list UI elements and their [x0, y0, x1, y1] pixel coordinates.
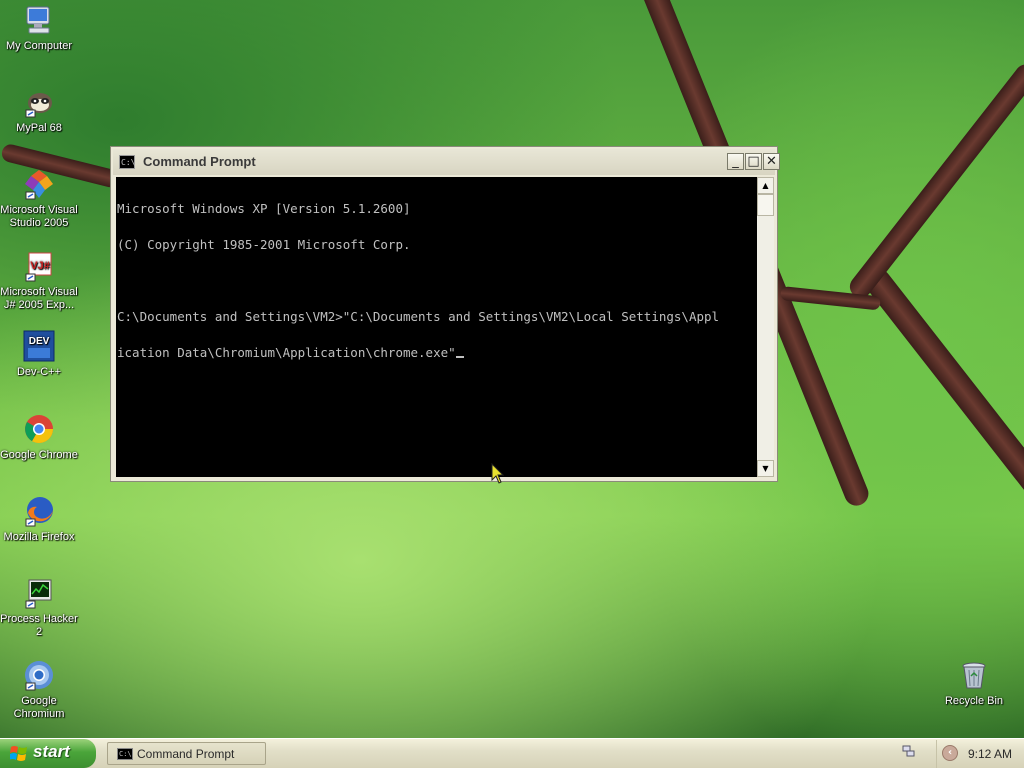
wallpaper-branch — [860, 263, 1024, 675]
desktop-icon-label: Mozilla Firefox — [3, 531, 75, 543]
desktop-icon-label: Dev-C++ — [16, 366, 62, 378]
wallpaper-branch — [845, 60, 1024, 303]
process-hacker-icon — [25, 579, 52, 609]
console-line: Microsoft Windows XP [Version 5.1.2600] — [117, 201, 411, 216]
visual-studio-icon — [25, 170, 53, 200]
my-computer-icon — [26, 6, 50, 34]
console-line: C:\Documents and Settings\VM2>"C:\Docume… — [117, 309, 720, 324]
visual-jsharp-icon: VJ# — [25, 252, 52, 282]
desktop-icon-chrome[interactable]: Google Chrome — [0, 413, 79, 462]
minimize-icon: _ — [732, 154, 739, 169]
start-label: start — [33, 742, 70, 761]
taskbar-item-command-prompt[interactable]: C:\ Command Prompt — [107, 742, 266, 765]
dev-cpp-icon: DEV — [23, 330, 55, 362]
desktop-icon-label: Google Chromium — [13, 695, 65, 720]
chromium-icon — [25, 661, 53, 691]
console-output[interactable]: Microsoft Windows XP [Version 5.1.2600] … — [116, 177, 757, 477]
desktop-icon-process-hacker[interactable]: Process Hacker 2 — [0, 577, 79, 639]
desktop-icon-label: MyPal 68 — [16, 122, 62, 134]
desktop-icon-label: My Computer — [5, 40, 73, 52]
command-prompt-icon: C:\ — [117, 748, 133, 760]
scroll-down-button[interactable]: ▼ — [757, 460, 774, 477]
window-title: Command Prompt — [143, 154, 256, 169]
vertical-scrollbar[interactable]: ▲ ▼ — [757, 177, 774, 477]
scroll-up-button[interactable]: ▲ — [757, 177, 774, 194]
desktop-icon-dev-cpp[interactable]: DEV Dev-C++ — [0, 330, 79, 379]
tray-expand-button[interactable]: ‹ — [942, 745, 958, 761]
mouse-pointer-icon — [491, 463, 505, 484]
desktop-icon-label: Microsoft Visual J# 2005 Exp... — [0, 286, 78, 311]
desktop-icon-mypal[interactable]: MyPal 68 — [0, 86, 79, 135]
desktop-icon-chromium[interactable]: Google Chromium — [0, 659, 79, 721]
recycle-bin-icon — [962, 662, 986, 689]
close-button[interactable]: ✕ — [763, 153, 780, 170]
chrome-icon — [25, 415, 53, 443]
scroll-up-icon: ▲ — [762, 181, 769, 190]
network-monitor-icon[interactable] — [902, 745, 916, 759]
minimize-button[interactable]: _ — [727, 153, 744, 170]
start-button[interactable]: start — [0, 739, 96, 768]
scroll-thumb[interactable] — [757, 194, 774, 216]
taskbar: start C:\ Command Prompt ‹ 9:12 AM — [0, 738, 1024, 768]
scroll-down-icon: ▼ — [762, 464, 769, 473]
desktop-icon-my-computer[interactable]: My Computer — [0, 4, 79, 53]
text-cursor — [455, 356, 464, 358]
console-line: (C) Copyright 1985-2001 Microsoft Corp. — [117, 237, 411, 252]
command-prompt-window[interactable]: C:\ Command Prompt _ □ ✕ Microsoft Windo… — [110, 146, 780, 482]
console-line-current: ication Data\Chromium\Application\chrome… — [117, 345, 757, 360]
desktop-icon-label: Microsoft Visual Studio 2005 — [0, 204, 78, 229]
firefox-icon — [25, 497, 53, 527]
taskbar-item-label: Command Prompt — [137, 747, 235, 761]
command-prompt-icon: C:\ — [119, 155, 135, 169]
maximize-button[interactable]: □ — [745, 153, 762, 170]
console-line: ication Data\Chromium\Application\chrome… — [117, 345, 456, 360]
desktop-icon-label: Process Hacker 2 — [0, 613, 78, 638]
desktop-icon-firefox[interactable]: Mozilla Firefox — [0, 495, 79, 544]
system-tray: ‹ 9:12 AM — [936, 740, 1024, 768]
maximize-icon: □ — [747, 154, 760, 169]
desktop-icon-label: Google Chrome — [0, 449, 78, 461]
mypal-icon — [25, 93, 52, 118]
desktop-icon-recycle-bin[interactable]: Recycle Bin — [934, 659, 1014, 708]
desktop-icon-visual-studio[interactable]: Microsoft Visual Studio 2005 — [0, 168, 79, 230]
desktop-icon-label: Recycle Bin — [944, 695, 1004, 707]
windows-flag-icon — [10, 746, 27, 761]
svg-text:VJ#: VJ# — [30, 260, 50, 272]
window-titlebar[interactable]: C:\ Command Prompt _ □ ✕ — [113, 149, 780, 175]
close-icon: ✕ — [766, 154, 777, 169]
desktop-icon-visual-jsharp[interactable]: VJ# Microsoft Visual J# 2005 Exp... — [0, 250, 79, 312]
clock[interactable]: 9:12 AM — [968, 747, 1012, 761]
svg-text:DEV: DEV — [29, 336, 50, 347]
chevron-left-icon: ‹ — [947, 747, 953, 758]
